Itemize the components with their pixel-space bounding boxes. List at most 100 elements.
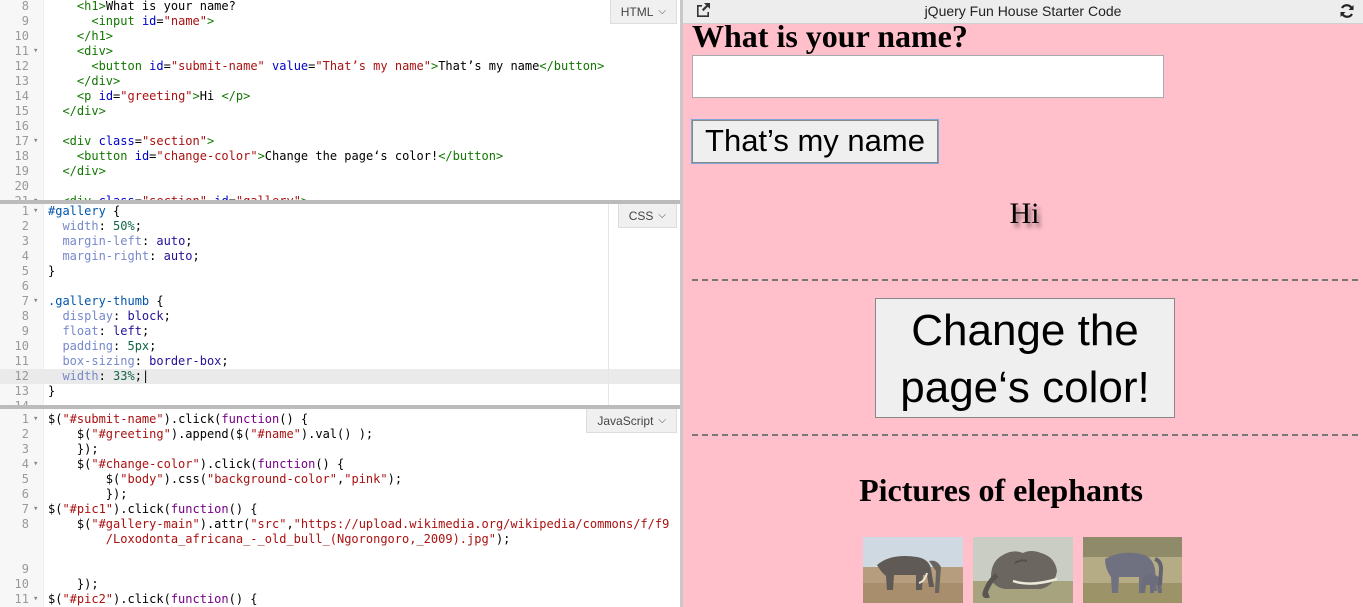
css-editor[interactable]: 1 ▾ #gallery {2 width: 50%; 3 margin-left: …	[0, 204, 680, 405]
code-line[interactable]: 12 width: 33%;|	[0, 369, 680, 384]
fold-arrow-icon[interactable]: ▾	[33, 204, 43, 219]
code-line[interactable]: 5}	[0, 264, 680, 279]
line-number: 10	[14, 339, 29, 353]
code-line[interactable]: 20	[0, 179, 680, 194]
code-text: $("body").css("background-color","pink")…	[48, 472, 403, 486]
code-line[interactable]: 5 $("body").css("background-color","pink…	[0, 472, 680, 487]
code-text: margin-left: auto;	[62, 234, 193, 248]
code-line[interactable]: 4 ▾ $("#change-color").click(function() {	[0, 457, 680, 472]
code-text: width: 50%;	[62, 219, 142, 233]
line-number: 13	[14, 384, 29, 398]
line-number: 1	[21, 204, 29, 218]
section-divider	[692, 279, 1358, 281]
line-number: 1	[21, 412, 29, 426]
code-line[interactable]: 17 ▾ <div class="section">	[0, 134, 680, 149]
line-number: 10	[14, 577, 29, 591]
code-line[interactable]: 18 <button id="change-color">Change the …	[0, 149, 680, 164]
code-line[interactable]: 13 </div>	[0, 74, 680, 89]
code-line[interactable]: 8 display: block;	[0, 309, 680, 324]
line-number: 5	[21, 472, 29, 486]
code-line[interactable]: 6	[0, 279, 680, 294]
code-line[interactable]: 13}	[0, 384, 680, 399]
fold-arrow-icon[interactable]: ▾	[33, 502, 43, 517]
language-label: HTML	[620, 4, 654, 19]
code-text: margin-right: auto;	[62, 249, 200, 263]
code-text: });	[48, 577, 99, 591]
change-color-button[interactable]: Change the page‘s color!	[875, 298, 1175, 418]
html-language-button[interactable]: HTML ⌵	[609, 0, 677, 24]
code-line[interactable]: 3 margin-left: auto;	[0, 234, 680, 249]
code-line[interactable]: 8 $("#gallery-main").attr("src","https:/…	[0, 517, 680, 532]
code-line[interactable]: 14 <p id="greeting">Hi </p>	[0, 89, 680, 104]
line-number: 4	[21, 249, 29, 263]
section-divider	[692, 434, 1358, 436]
code-text: </div>	[62, 104, 106, 118]
code-line[interactable]: 15 </div>	[0, 104, 680, 119]
line-number: 9	[21, 14, 29, 28]
chevron-down-icon: ⌵	[658, 210, 666, 221]
code-line[interactable]: 1 ▾ #gallery {	[0, 204, 680, 219]
code-line[interactable]: 7 ▾ $("#pic1").click(function() {	[0, 502, 680, 517]
line-number: 12	[14, 369, 29, 383]
code-text: #gallery {	[48, 204, 121, 218]
code-text: });	[48, 487, 128, 501]
code-line[interactable]: 4 margin-right: auto;	[0, 249, 680, 264]
code-line[interactable]: 3 });	[0, 442, 680, 457]
code-line[interactable]: 12 <button id="submit-name" value="That’…	[0, 59, 680, 74]
fold-arrow-icon[interactable]: ▾	[33, 457, 43, 472]
code-line[interactable]: 9 float: left;	[0, 324, 680, 339]
fold-arrow-icon[interactable]: ▾	[33, 134, 43, 149]
open-in-new-window-icon[interactable]	[695, 2, 711, 18]
greeting-text: Hi	[1009, 197, 1040, 230]
code-text: });	[48, 442, 99, 456]
js-editor[interactable]: 1 ▾ $("#submit-name").click(function() {2 …	[0, 409, 680, 607]
code-line[interactable]: 2 $("#greeting").append($("#name").val()…	[0, 427, 680, 442]
elephant-thumbnail-1[interactable]	[863, 537, 963, 603]
submit-name-button[interactable]: That’s my name	[691, 119, 939, 164]
output-panel: jQuery Fun House Starter Code What is yo…	[680, 0, 1363, 607]
line-number: 11	[14, 592, 29, 606]
code-line[interactable]: 10 padding: 5px;	[0, 339, 680, 354]
code-line[interactable]: 11 box-sizing: border-box;	[0, 354, 680, 369]
line-number: 19	[14, 164, 29, 178]
js-language-button[interactable]: JavaScript ⌵	[586, 409, 677, 433]
line-number: 8	[21, 309, 29, 323]
line-number: 5	[21, 264, 29, 278]
refresh-icon[interactable]	[1339, 3, 1355, 19]
code-line[interactable]: 16	[0, 119, 680, 134]
fold-arrow-icon[interactable]: ▾	[33, 592, 43, 607]
code-line[interactable]: 10 </h1>	[0, 29, 680, 44]
code-line[interactable]	[0, 547, 680, 562]
code-line[interactable]: 19 </div>	[0, 164, 680, 179]
fold-arrow-icon[interactable]: ▾	[33, 412, 43, 427]
code-text: </div>	[62, 164, 106, 178]
code-line[interactable]: 7 ▾ .gallery-thumb {	[0, 294, 680, 309]
fold-arrow-icon[interactable]: ▾	[33, 294, 43, 309]
code-text: $("#pic1").click(function() {	[48, 502, 258, 516]
code-line[interactable]: /Loxodonta_africana_-_old_bull_(Ngorongo…	[0, 532, 680, 547]
code-line[interactable]: 11 ▾ $("#pic2").click(function() {	[0, 592, 680, 607]
line-number: 15	[14, 104, 29, 118]
line-number: 17	[14, 134, 29, 148]
code-line[interactable]: 2 width: 50%;	[0, 219, 680, 234]
elephant-thumbnail-2[interactable]	[973, 537, 1073, 603]
fold-arrow-icon[interactable]: ▾	[33, 44, 43, 59]
line-number: 4	[21, 457, 29, 471]
css-language-button[interactable]: CSS ⌵	[617, 204, 677, 228]
html-editor[interactable]: 8 <h1>What is your name? 9 <input id="nam…	[0, 0, 680, 200]
code-line[interactable]: 9 <input id="name">	[0, 14, 680, 29]
name-input[interactable]	[692, 55, 1164, 98]
code-line[interactable]: 11 ▾ <div>	[0, 44, 680, 59]
code-lines: 1 ▾ #gallery {2 width: 50%; 3 margin-left: …	[0, 204, 680, 405]
line-number: 10	[14, 29, 29, 43]
elephant-thumbnail-3[interactable]	[1083, 537, 1182, 603]
code-text: <button id="submit-name" value="That’s m…	[91, 59, 605, 73]
code-line[interactable]: 8 <h1>What is your name?	[0, 0, 680, 14]
code-line[interactable]: 10 });	[0, 577, 680, 592]
line-number: 20	[14, 179, 29, 193]
code-text: <h1>What is your name?	[76, 0, 236, 13]
code-line[interactable]: 9	[0, 562, 680, 577]
language-label: JavaScript	[597, 413, 654, 428]
code-line[interactable]: 1 ▾ $("#submit-name").click(function() {	[0, 412, 680, 427]
code-line[interactable]: 6 });	[0, 487, 680, 502]
